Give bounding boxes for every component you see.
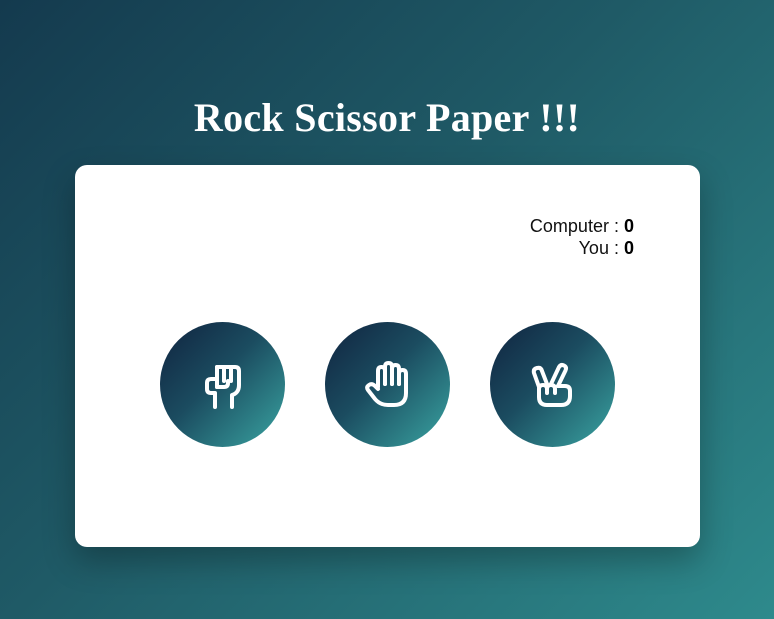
peace-hand-icon [531,362,572,407]
scissor-button[interactable] [490,322,615,447]
fist-icon [204,364,241,409]
page-title: Rock Scissor Paper !!! [193,95,581,140]
computer-score-value: 0 [623,216,634,236]
open-hand-icon [364,360,408,407]
you-score-label: You : [578,238,619,258]
computer-score-label: Computer : [529,216,619,236]
you-score-value: 0 [623,238,634,258]
choice-buttons [160,322,615,447]
you-score-row: You : 0 [530,237,634,259]
scoreboard: Computer : 0 You : 0 [530,215,634,259]
rock-button[interactable] [160,322,285,447]
paper-button[interactable] [325,322,450,447]
computer-score-row: Computer : 0 [530,215,634,237]
game-card: Computer : 0 You : 0 [75,165,700,547]
